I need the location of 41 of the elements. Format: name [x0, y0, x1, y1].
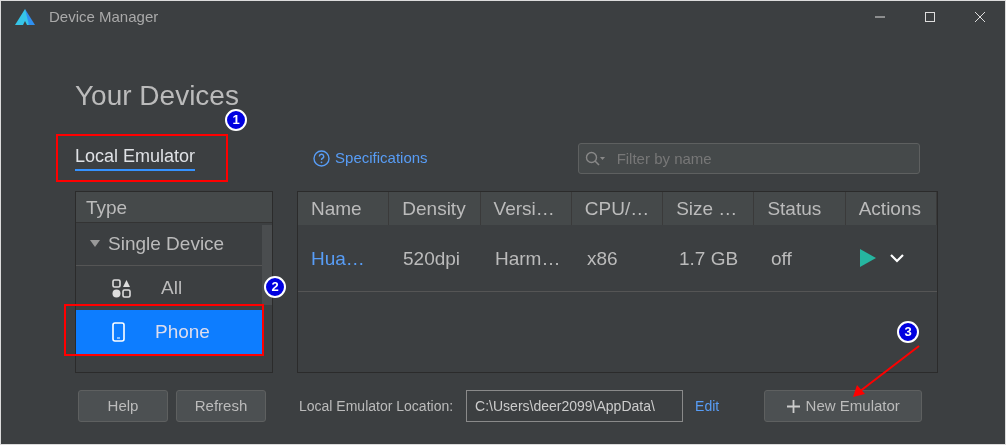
column-header[interactable]: Status — [754, 192, 846, 225]
step-number: 1 — [225, 109, 247, 131]
plus-icon — [786, 399, 800, 413]
play-icon[interactable] — [860, 249, 876, 267]
column-header[interactable]: Size … — [663, 192, 755, 225]
tab[interactable]: Local Emulator — [75, 145, 196, 171]
button[interactable]: Help — [78, 390, 168, 422]
table-cell-text: off — [770, 246, 793, 271]
edit-link[interactable]: Edit — [695, 395, 720, 417]
step-number: 3 — [897, 321, 919, 343]
field-label: Local Emulator Location: — [299, 396, 454, 416]
help-icon — [313, 149, 331, 167]
column-header[interactable]: Density — [389, 192, 481, 225]
tree-item[interactable]: All — [76, 266, 262, 310]
device-name-link[interactable]: Hua… — [298, 224, 390, 292]
app-logo-icon — [15, 9, 35, 25]
maximize-icon[interactable] — [924, 11, 936, 23]
location-field[interactable]: C:\Users\deer2099\AppData\ — [466, 390, 684, 422]
button[interactable]: Refresh — [176, 390, 266, 422]
close-icon[interactable] — [974, 11, 986, 23]
window-title: Device Manager — [49, 6, 159, 27]
column-header[interactable]: Actions — [845, 192, 937, 225]
new-emulator-button[interactable]: New Emulator — [764, 390, 923, 422]
search-icon[interactable] — [584, 150, 607, 167]
specifications-link[interactable]: Specifications — [313, 146, 428, 170]
chevron-down-icon[interactable] — [890, 253, 904, 263]
scrollbar[interactable] — [262, 225, 272, 305]
phone-icon — [112, 322, 125, 342]
shapes-icon — [112, 278, 131, 298]
table-cell-text: x86 — [586, 246, 619, 271]
column-header[interactable]: Versi… — [480, 192, 572, 225]
column-header[interactable]: CPU/… — [571, 192, 664, 225]
tree-item[interactable]: Phone — [76, 310, 262, 354]
step-number: 2 — [264, 276, 286, 298]
pointer-arrow — [851, 344, 921, 398]
table-cell-text: 520dpi — [402, 246, 462, 271]
table-cell-text: Harm… — [494, 246, 562, 271]
column-header: Type — [76, 192, 272, 223]
table-cell-text: 1.7 GB — [678, 246, 740, 271]
column-header[interactable]: Name — [298, 192, 390, 225]
expanded-arrow-icon — [90, 240, 100, 248]
